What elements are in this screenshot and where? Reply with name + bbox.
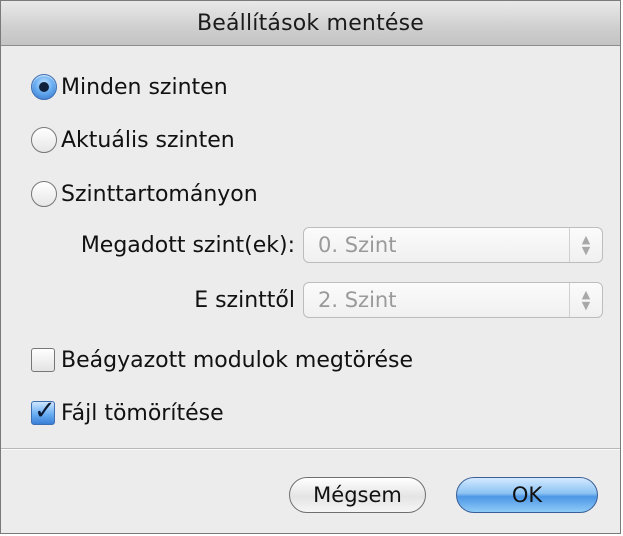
levels-popup[interactable]: 0. Szint ▲ ▼ — [303, 227, 603, 263]
ok-button[interactable]: OK — [456, 477, 598, 513]
checkbox-unchecked-icon[interactable] — [31, 348, 55, 372]
cancel-button[interactable]: Mégsem — [289, 477, 426, 513]
radio-all-levels[interactable]: Minden szinten — [31, 70, 228, 104]
radio-selected-icon[interactable] — [31, 74, 57, 100]
dialog-titlebar: Beállítások mentése — [1, 1, 620, 46]
radio-dot-icon — [39, 82, 49, 92]
checkbox-checked-icon[interactable]: ✓ — [31, 396, 56, 426]
radio-all-levels-label: Minden szinten — [61, 74, 228, 100]
save-settings-dialog: Beállítások mentése Minden szinten Aktuá… — [0, 0, 621, 534]
from-level-field-row: E szinttől 2. Szint ▲ ▼ — [49, 281, 603, 319]
from-level-value: 2. Szint — [318, 288, 397, 312]
radio-unselected-icon[interactable] — [31, 181, 57, 207]
checkmark-icon: ✓ — [34, 396, 56, 426]
divider — [1, 448, 620, 450]
radio-current-level-label: Aktuális szinten — [61, 127, 235, 153]
checkbox-compress-file-label: Fájl tömörítése — [61, 400, 224, 426]
from-level-label: E szinttől — [194, 287, 295, 313]
radio-level-range-label: Szinttartományon — [61, 181, 258, 207]
from-level-popup[interactable]: 2. Szint ▲ ▼ — [303, 282, 603, 318]
levels-field-row: Megadott szint(ek): 0. Szint ▲ ▼ — [49, 226, 603, 264]
radio-current-level[interactable]: Aktuális szinten — [31, 123, 235, 157]
popup-stepper-icon: ▲ ▼ — [569, 228, 602, 262]
levels-label: Megadott szint(ek): — [80, 232, 295, 258]
checkbox-break-embedded-modules-label: Beágyazott modulok megtörése — [61, 347, 414, 373]
checkbox-break-embedded-modules[interactable]: Beágyazott modulok megtörése — [31, 343, 413, 377]
checkbox-compress-file[interactable]: ✓ Fájl tömörítése — [31, 396, 224, 430]
radio-unselected-icon[interactable] — [31, 127, 57, 153]
dialog-title: Beállítások mentése — [196, 10, 425, 36]
levels-value: 0. Szint — [318, 233, 397, 257]
radio-level-range[interactable]: Szinttartományon — [31, 177, 258, 211]
popup-stepper-icon: ▲ ▼ — [569, 283, 602, 317]
